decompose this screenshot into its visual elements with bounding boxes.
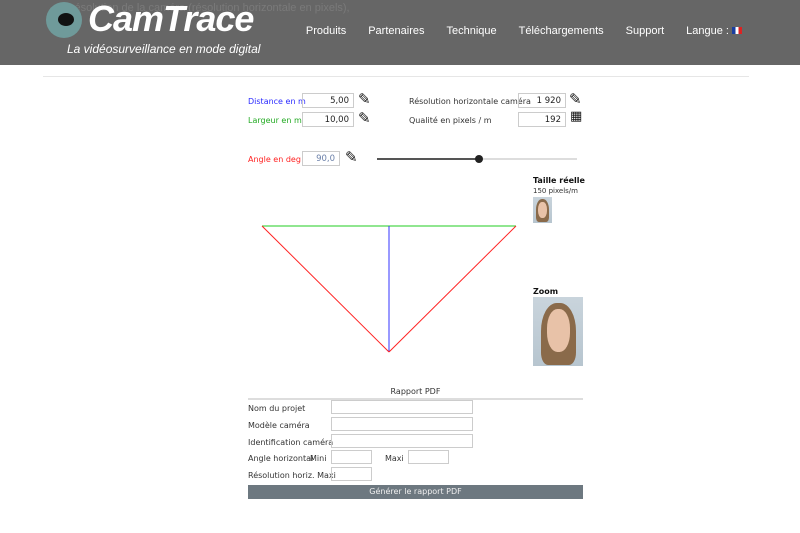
nav-produits[interactable]: Produits	[306, 25, 346, 37]
pencil-icon[interactable]: ✎	[569, 90, 582, 108]
real-size-sub: 150 pixels/m	[533, 187, 578, 195]
calculator-icon[interactable]: ▦	[570, 109, 582, 124]
header: – la résolution de la caméra (résolution…	[0, 0, 800, 65]
project-name-label: Nom du projet	[248, 404, 306, 413]
resolution-max-label: Résolution horiz. Maxi	[248, 471, 336, 480]
slider-fill	[377, 158, 479, 160]
angle-horizontal-label: Angle horizontal	[248, 454, 314, 463]
camera-model-label: Modèle caméra	[248, 421, 310, 430]
pencil-icon[interactable]: ✎	[358, 90, 371, 108]
distance-input[interactable]: 5,00	[302, 93, 354, 108]
langue-label: Langue :	[686, 25, 729, 37]
resolution-label: Résolution horizontale caméra	[409, 97, 531, 106]
french-flag-icon	[732, 27, 742, 34]
tagline: La vidéosurveillance en mode digital	[67, 42, 261, 56]
slider-thumb[interactable]	[475, 155, 483, 163]
logo[interactable]: CamTrace	[88, 0, 254, 40]
report-title: Rapport PDF	[248, 387, 583, 400]
generate-pdf-button[interactable]: Générer le rapport PDF	[248, 485, 583, 499]
camera-model-input[interactable]	[331, 417, 473, 431]
face-zoom-image	[533, 297, 583, 366]
angle-maxi-input[interactable]	[408, 450, 449, 464]
project-name-input[interactable]	[331, 400, 473, 414]
face-real-size-image	[533, 197, 552, 223]
largeur-label: Largeur en m	[248, 116, 302, 125]
qualite-label: Qualité en pixels / m	[409, 116, 492, 125]
nav-technique[interactable]: Technique	[446, 25, 496, 37]
nav-langue[interactable]: Langue :	[686, 25, 742, 37]
real-size-title: Taille réelle	[533, 176, 585, 185]
camera-id-label: Identification caméra	[248, 438, 334, 447]
angle-line-left	[261, 225, 390, 353]
pencil-icon[interactable]: ✎	[358, 109, 371, 127]
angle-mini-input[interactable]	[331, 450, 372, 464]
nav-support[interactable]: Support	[626, 25, 665, 37]
field-of-view-diagram	[261, 225, 517, 353]
angle-label: Angle en deg	[248, 155, 301, 164]
qualite-input[interactable]: 192	[518, 112, 566, 127]
zoom-title: Zoom	[533, 287, 559, 296]
main-nav: Produits Partenaires Technique Télécharg…	[306, 25, 742, 37]
distance-label: Distance en m	[248, 97, 306, 106]
largeur-input[interactable]: 10,00	[302, 112, 354, 127]
resolution-input[interactable]: 1 920	[518, 93, 566, 108]
resolution-max-input[interactable]	[331, 467, 372, 481]
mini-label: Mini	[310, 454, 327, 463]
pencil-icon[interactable]: ✎	[345, 148, 358, 166]
divider	[43, 76, 749, 77]
nav-telechargements[interactable]: Téléchargements	[519, 25, 604, 37]
camera-id-input[interactable]	[331, 434, 473, 448]
angle-input[interactable]: 90,0	[302, 151, 340, 166]
logo-lens	[58, 13, 74, 26]
maxi-label: Maxi	[385, 454, 404, 463]
angle-line-right	[388, 225, 517, 353]
nav-partenaires[interactable]: Partenaires	[368, 25, 424, 37]
